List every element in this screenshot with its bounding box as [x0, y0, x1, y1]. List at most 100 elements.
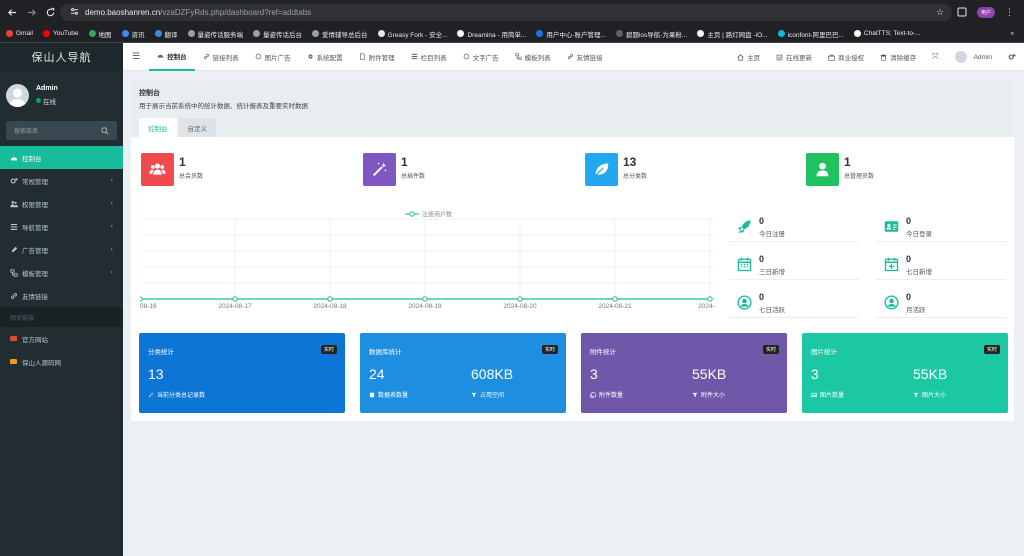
nav-action-label: 在线更新: [786, 55, 813, 62]
pencil-icon: [10, 246, 18, 254]
sidebar-item-2[interactable]: 权限管理 ‹: [0, 192, 123, 215]
sidebar-toggle-icon[interactable]: ☰: [123, 43, 149, 71]
stat-card-2: 附件统计 实时 3 附件数量 55KB 附件大小: [581, 333, 787, 413]
sidebar-item-0[interactable]: 控制台: [0, 146, 123, 169]
x-tick-label: 2024-08: [698, 303, 715, 310]
back-icon[interactable]: [5, 6, 19, 20]
nav-action-3[interactable]: 清除缓存: [872, 43, 924, 71]
bookmark-label: 用户中心-账户管理...: [546, 31, 606, 39]
sidebar-item-6[interactable]: 友情链接: [0, 284, 123, 307]
nav-action-1[interactable]: 在线更新: [768, 43, 820, 71]
search-icon[interactable]: [101, 126, 109, 135]
dashboard-icon: [157, 52, 164, 59]
panel-title: 控制台: [139, 90, 160, 97]
bookmark-item[interactable]: YouTube: [42, 30, 79, 37]
calendar-plus-icon: [882, 255, 900, 273]
nav-action-label: 商业授权: [838, 55, 865, 62]
bookmark-item[interactable]: 量姿传话服务端: [187, 29, 243, 39]
fullscreen-icon[interactable]: ⤧: [924, 43, 946, 71]
x-tick-label: 2024-08-21: [598, 303, 632, 310]
sidebar-section-header: 相关链接: [0, 307, 123, 327]
tab-2[interactable]: 图片广告: [247, 43, 299, 71]
more-menu-icon[interactable]: ⋮: [1005, 7, 1014, 18]
bookmark-item[interactable]: 量姿传话后台: [253, 29, 302, 39]
extensions-icon[interactable]: [957, 7, 967, 19]
bookmark-item[interactable]: 爱情辅导总后台: [312, 29, 368, 39]
bookmark-favicon-icon: [88, 30, 96, 37]
nav-action-2[interactable]: 商业授权: [820, 43, 872, 71]
online-dot-icon: [36, 98, 41, 103]
stat-label: 总插件数: [401, 173, 426, 180]
menu-search-input[interactable]: 搜索菜单: [6, 121, 117, 140]
profile-button[interactable]: 用户: [976, 7, 995, 18]
x-tick-label: 08-16: [140, 303, 157, 310]
bookmark-item[interactable]: iconfont-阿里巴巴...: [777, 29, 844, 39]
bookmark-item[interactable]: ChatTTS: Text-to-...: [853, 30, 921, 37]
stat-box-3: 1 总管理员数: [806, 153, 874, 186]
bookmark-item[interactable]: Dreamina - 用简单...: [457, 29, 526, 39]
stat-card-3: 图片统计 实时 3 图片数量 55KB 图片大小: [802, 333, 1008, 413]
sitemap-icon: [514, 53, 522, 60]
calendar-icon: [735, 255, 753, 273]
bookmark-item[interactable]: 资讯: [121, 29, 145, 39]
bookmark-favicon-icon: [777, 30, 785, 37]
sidebar-item-label: 常规管理: [22, 178, 48, 186]
tab-8[interactable]: 友情链接: [559, 43, 611, 71]
site-info-icon[interactable]: [70, 7, 79, 18]
bookmark-label: 碧题ios导航-为果粉...: [625, 31, 688, 39]
data-point: [140, 296, 143, 302]
tab-0[interactable]: 控制台: [149, 43, 195, 71]
nav-action-0[interactable]: 主页: [729, 43, 768, 71]
sidebar-item-5[interactable]: 模板管理 ‹: [0, 261, 123, 284]
sidebar-item-1[interactable]: 常规管理 ‹: [0, 169, 123, 192]
bookmarks-overflow-icon[interactable]: »: [1010, 30, 1014, 37]
sidebar-link-1[interactable]: 保山人源码网: [0, 350, 123, 373]
user-circle-icon: [735, 293, 753, 311]
admin-menu[interactable]: Admin: [947, 43, 1000, 71]
mini-stat-value: 0: [906, 216, 912, 226]
top-navbar: ☰ 控制台 链接列表 图片广告 系统配置 附件管理 栏目列表 文字广告 模板列表 友情链接 主页…: [123, 43, 1024, 71]
sidebar-menu: 控制台 常规管理 ‹ 权限管理 ‹ 导航管理 ‹ 广告管理 ‹ 模板管理 ‹ 友情链接 相关链接 官方网站…: [0, 146, 123, 373]
tab-5[interactable]: 栏目列表: [403, 43, 455, 71]
mini-stat-value: 0: [906, 254, 912, 264]
settings-cogs-icon[interactable]: [1000, 43, 1024, 71]
address-bar[interactable]: demo.baoshanren.cn/vzaDZFyRds.php/dashbo…: [60, 4, 952, 21]
bookmark-item[interactable]: Greasy Fork - 安全...: [377, 29, 447, 39]
tab-4[interactable]: 附件管理: [351, 43, 403, 71]
bookmark-item[interactable]: 地图: [88, 29, 112, 39]
tab-dashboard[interactable]: 控制台: [139, 118, 177, 137]
filter-icon: [913, 392, 919, 398]
bookmark-label: YouTube: [52, 30, 79, 37]
mini-stat-4: 0 七日活跃: [735, 293, 785, 314]
bookmark-favicon-icon: [457, 30, 465, 37]
bookmark-item[interactable]: 碧题ios导航-为果粉...: [615, 29, 688, 39]
link-icon: [567, 53, 574, 60]
bookmark-star-icon[interactable]: ☆: [936, 7, 944, 18]
reload-icon[interactable]: [43, 6, 57, 20]
sidebar-link-0[interactable]: 官方网站: [0, 327, 123, 350]
filter-icon: [471, 392, 477, 398]
magic-icon: [148, 392, 154, 398]
sidebar-item-3[interactable]: 导航管理 ‹: [0, 215, 123, 238]
mini-stat-2: 0 三日新增: [735, 255, 785, 276]
bookmark-item[interactable]: 翻译: [154, 29, 178, 39]
nav-action-label: 清除缓存: [890, 55, 917, 62]
list-icon: [10, 223, 18, 231]
forward-icon[interactable]: [24, 6, 38, 20]
user-icon: [806, 153, 839, 186]
tab-3[interactable]: 系统配置: [299, 43, 351, 71]
bookmark-item[interactable]: Gmail: [6, 30, 33, 37]
sidebar-item-4[interactable]: 广告管理 ‹: [0, 238, 123, 261]
brand-logo[interactable]: 保山人导航: [0, 43, 123, 71]
tab-1[interactable]: 链接列表: [195, 43, 247, 71]
files-icon: [590, 391, 596, 398]
tab-6[interactable]: 文字广告: [455, 43, 507, 71]
tab-custom[interactable]: 自定义: [178, 118, 216, 137]
tab-7[interactable]: 模板列表: [507, 43, 559, 71]
bookmark-item[interactable]: 主页 | 路灯网盘 -iO...: [697, 29, 768, 39]
data-point: [422, 296, 428, 302]
mini-stat-divider: [729, 279, 859, 280]
bookmark-item[interactable]: 用户中心-账户管理...: [536, 29, 606, 39]
sitemap-icon: [10, 268, 18, 277]
mini-stat-divider: [729, 241, 859, 242]
